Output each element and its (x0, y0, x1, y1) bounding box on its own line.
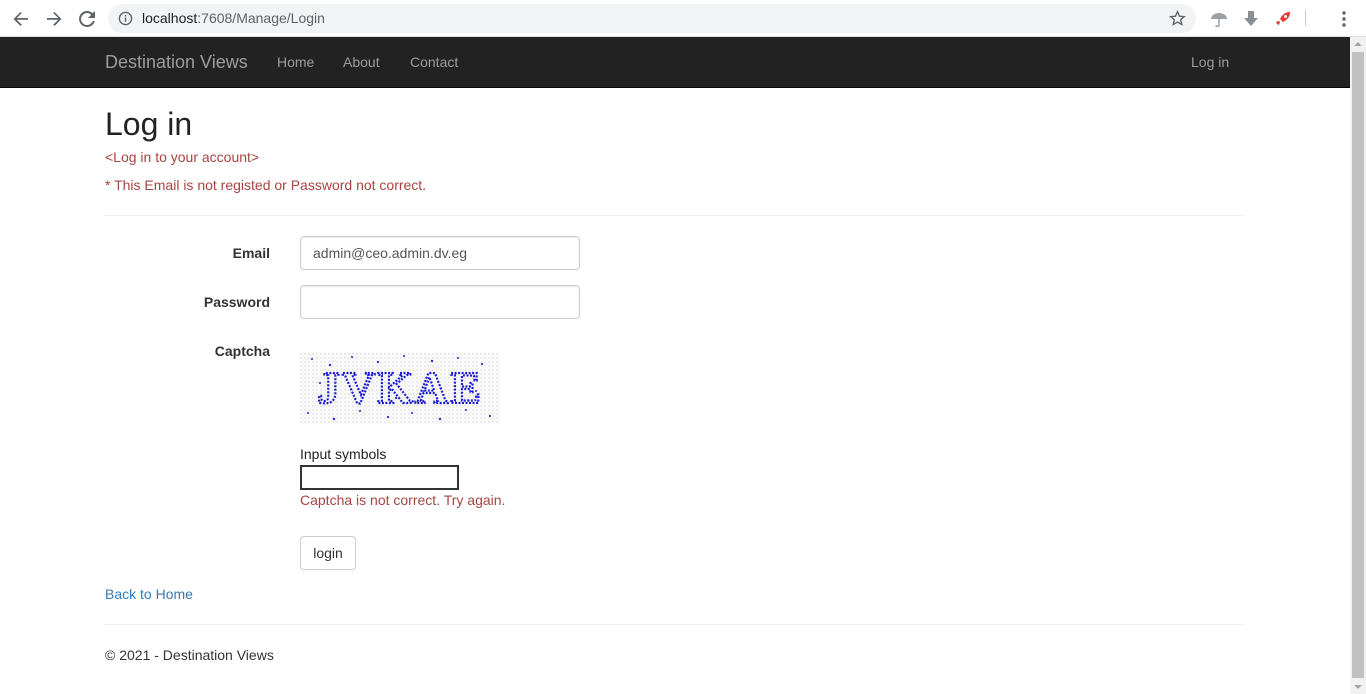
nav-link-about[interactable]: About (343, 54, 380, 70)
footer-text: © 2021 - Destination Views (105, 647, 274, 663)
captcha-hint: Input symbols (300, 446, 387, 462)
info-icon[interactable] (118, 11, 133, 26)
navbar-brand[interactable]: Destination Views (105, 52, 248, 73)
nav-link-contact[interactable]: Contact (410, 54, 458, 70)
back-arrow-icon[interactable] (9, 7, 33, 31)
divider (105, 215, 1245, 216)
url-path: :7608/Manage/Login (197, 10, 325, 26)
browser-toolbar: localhost:7608/Manage/Login (0, 0, 1366, 37)
page-subtitle: <Log in to your account> (105, 149, 260, 165)
star-icon[interactable] (1169, 10, 1186, 27)
captcha-error: Captcha is not correct. Try again. (300, 492, 506, 508)
toolbar-divider (1305, 10, 1306, 26)
address-bar[interactable]: localhost:7608/Manage/Login (108, 4, 1196, 33)
scrollbar-thumb[interactable] (1352, 52, 1364, 678)
captcha-input[interactable] (300, 465, 459, 490)
email-field[interactable] (300, 236, 580, 270)
login-button[interactable]: login (300, 536, 356, 570)
captcha-image: JVKAE (300, 353, 500, 424)
scrollbar[interactable] (1350, 37, 1366, 694)
password-label: Password (203, 294, 270, 310)
password-field[interactable] (300, 285, 580, 319)
umbrella-extension-icon[interactable] (1209, 9, 1229, 29)
captcha-text: JVKAE (317, 362, 483, 413)
rocket-extension-icon[interactable] (1273, 9, 1293, 29)
footer-divider (105, 624, 1245, 625)
email-label: Email (232, 245, 270, 261)
captcha-label: Captcha (214, 343, 270, 359)
scroll-up-icon[interactable] (1354, 42, 1362, 46)
nav-link-login[interactable]: Log in (1191, 54, 1229, 70)
navbar: Destination Views Home About Contact Log… (0, 37, 1350, 88)
scroll-down-icon[interactable] (1354, 685, 1362, 689)
validation-summary: * This Email is not registed or Password… (105, 177, 427, 193)
nav-link-home[interactable]: Home (277, 54, 314, 70)
download-icon[interactable] (1241, 9, 1261, 29)
reload-icon[interactable] (75, 7, 99, 31)
page-title: Log in (105, 106, 193, 142)
menu-dots-icon[interactable] (1334, 9, 1354, 29)
page-content: Destination Views Home About Contact Log… (0, 37, 1350, 694)
url-host: localhost (142, 10, 198, 26)
forward-arrow-icon[interactable] (42, 7, 66, 31)
url-text: localhost:7608/Manage/Login (142, 10, 325, 26)
back-to-home-link[interactable]: Back to Home (105, 586, 193, 602)
